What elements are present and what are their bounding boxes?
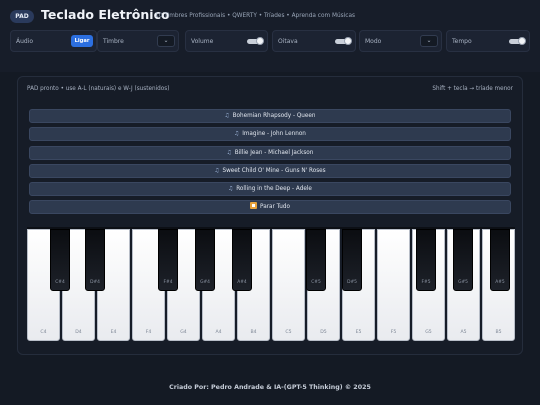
- footer-credits: Criado Por: Pedro Andrade & IA-(GPT-5 Th…: [169, 384, 371, 391]
- key-label: B4: [250, 330, 257, 335]
- piano-key-f-sharp-5[interactable]: F#5: [416, 229, 436, 291]
- song-title: Rolling in the Deep - Adele: [236, 186, 312, 192]
- key-label: G4: [180, 330, 187, 335]
- piano-key-c-sharp-5[interactable]: C#5: [306, 229, 326, 291]
- music-note-icon: ♫: [228, 186, 234, 192]
- volume-label: Volume: [191, 38, 214, 45]
- piano-key-f5[interactable]: F5: [377, 229, 410, 341]
- key-label: C4: [40, 330, 47, 335]
- volume-slider[interactable]: [247, 37, 264, 45]
- key-label: F5: [390, 330, 397, 335]
- music-note-icon: ♫: [214, 168, 220, 174]
- key-label: F#5: [421, 280, 431, 285]
- key-label: C5: [285, 330, 292, 335]
- key-label: F4: [145, 330, 152, 335]
- oitava-label: Oitava: [278, 38, 298, 45]
- key-label: B5: [495, 330, 502, 335]
- key-label: D5: [320, 330, 327, 335]
- timbre-label: Timbre: [103, 38, 124, 45]
- song-title: Bohemian Rhapsody - Queen: [232, 113, 316, 119]
- app-header: PAD Teclado Eletrônico 10 Timbres Profis…: [0, 0, 540, 72]
- chevron-down-icon: ⌄: [163, 37, 169, 44]
- key-label: C#5: [311, 280, 321, 285]
- piano-key-d-sharp-5[interactable]: D#5: [342, 229, 362, 291]
- timbre-control[interactable]: Timbre ⌄: [97, 30, 179, 52]
- key-label: G5: [425, 330, 432, 335]
- shortcut-hint: Shift + tecla → tríade menor: [432, 86, 513, 92]
- audio-on-button[interactable]: Ligar: [71, 35, 93, 47]
- key-label: D#4: [90, 280, 100, 285]
- slider-knob[interactable]: [256, 37, 264, 45]
- modo-select[interactable]: ⌄: [420, 35, 438, 47]
- audio-label: Áudio: [16, 38, 34, 45]
- key-label: E4: [110, 330, 117, 335]
- piano-key-a-sharp-5[interactable]: A#5: [490, 229, 510, 291]
- mode-badge: PAD: [10, 10, 34, 23]
- audio-control: Áudio Ligar: [10, 30, 97, 52]
- chevron-down-icon: ⌄: [426, 37, 432, 44]
- modo-control[interactable]: Modo ⌄: [359, 30, 442, 52]
- key-label: D#5: [347, 280, 357, 285]
- slider-knob[interactable]: [344, 37, 352, 45]
- key-label: C#4: [55, 280, 65, 285]
- stop-label: Parar Tudo: [260, 204, 290, 210]
- song-button[interactable]: ♫ Bohemian Rhapsody - Queen: [29, 109, 511, 123]
- song-button[interactable]: ♫ Imagine - John Lennon: [29, 127, 511, 141]
- piano-key-g-sharp-4[interactable]: G#4: [195, 229, 215, 291]
- piano-key-c-sharp-4[interactable]: C#4: [50, 229, 70, 291]
- key-label: A5: [460, 330, 467, 335]
- volume-control: Volume: [185, 30, 268, 52]
- main-panel: PAD pronto • use A-L (naturais) e W-J (s…: [17, 76, 523, 355]
- piano-keyboard: C4 D4 E4 F4 G4 A4 B4 C5 D5 E5 F5 G5 A5 B…: [27, 227, 515, 341]
- piano-key-a-sharp-4[interactable]: A#4: [232, 229, 252, 291]
- key-label: G#4: [200, 280, 210, 285]
- app-title: Teclado Eletrônico: [41, 7, 170, 22]
- stop-icon: [250, 202, 258, 209]
- app-subtitle: 10 Timbres Profissionais • QWERTY • Tría…: [155, 13, 356, 19]
- song-button[interactable]: ♫ Billie Jean - Michael Jackson: [29, 146, 511, 160]
- song-title: Billie Jean - Michael Jackson: [234, 150, 314, 156]
- key-label: D4: [75, 330, 82, 335]
- slider-knob[interactable]: [518, 37, 526, 45]
- piano-key-d-sharp-4[interactable]: D#4: [85, 229, 105, 291]
- song-button[interactable]: ♫ Rolling in the Deep - Adele: [29, 182, 511, 196]
- song-button[interactable]: ♫ Sweet Child O' Mine - Guns N' Roses: [29, 164, 511, 178]
- piano-key-g-sharp-5[interactable]: G#5: [453, 229, 473, 291]
- key-label: A4: [215, 330, 222, 335]
- oitava-control: Oitava: [272, 30, 356, 52]
- key-label: G#5: [458, 280, 468, 285]
- piano-key-f-sharp-4[interactable]: F#4: [158, 229, 178, 291]
- modo-label: Modo: [365, 38, 382, 45]
- stop-all-button[interactable]: Parar Tudo: [29, 200, 511, 214]
- song-title: Sweet Child O' Mine - Guns N' Roses: [222, 168, 326, 174]
- key-label: E5: [355, 330, 362, 335]
- music-note-icon: ♫: [226, 150, 232, 156]
- tempo-control: Tempo: [446, 30, 530, 52]
- music-note-icon: ♫: [224, 113, 230, 119]
- piano-key-c5[interactable]: C5: [272, 229, 305, 341]
- key-label: F#4: [163, 280, 173, 285]
- oitava-slider[interactable]: [335, 37, 352, 45]
- status-text: PAD pronto • use A-L (naturais) e W-J (s…: [27, 86, 170, 92]
- key-label: A#5: [495, 280, 505, 285]
- timbre-select[interactable]: ⌄: [157, 35, 175, 47]
- key-label: A#4: [237, 280, 247, 285]
- tempo-slider[interactable]: [509, 37, 526, 45]
- music-note-icon: ♫: [234, 131, 240, 137]
- tempo-label: Tempo: [452, 38, 472, 45]
- song-title: Imagine - John Lennon: [242, 131, 306, 137]
